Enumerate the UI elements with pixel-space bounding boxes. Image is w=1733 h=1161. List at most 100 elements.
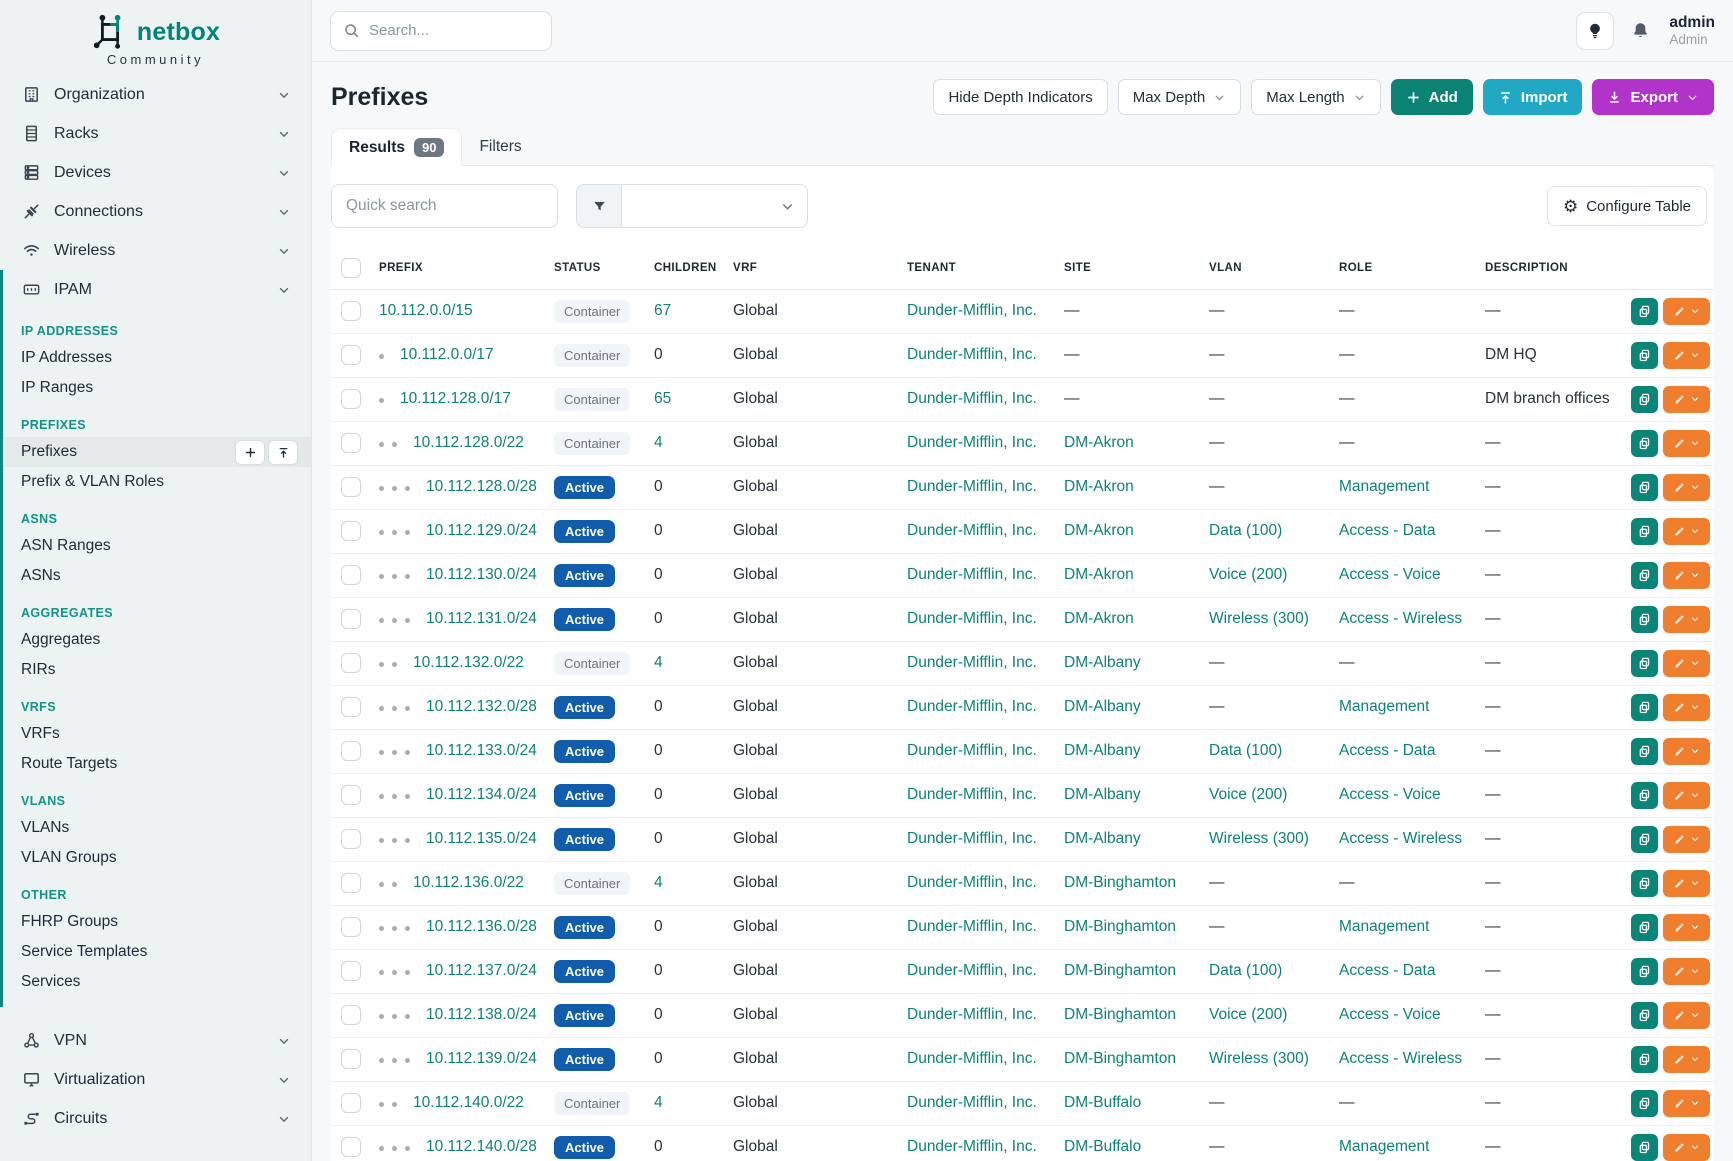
site-link[interactable]: DM-Albany [1064, 830, 1141, 847]
row-checkbox[interactable] [341, 961, 361, 981]
tenant-link[interactable]: Dunder-Mifflin, Inc. [907, 478, 1037, 495]
prefix-link[interactable]: 10.112.136.0/28 [426, 918, 537, 935]
row-checkbox[interactable] [341, 1049, 361, 1069]
clone-button[interactable] [1631, 1002, 1658, 1029]
edit-button[interactable] [1663, 782, 1710, 809]
clone-button[interactable] [1631, 1046, 1658, 1073]
search-input[interactable] [330, 11, 552, 51]
tenant-link[interactable]: Dunder-Mifflin, Inc. [907, 654, 1037, 671]
sidebar-item-devices[interactable]: Devices [0, 153, 311, 192]
tenant-link[interactable]: Dunder-Mifflin, Inc. [907, 302, 1037, 319]
clone-button[interactable] [1631, 606, 1658, 633]
prefix-link[interactable]: 10.112.135.0/24 [426, 830, 537, 847]
clone-button[interactable] [1631, 430, 1658, 457]
sidebar-item-services[interactable]: Services [3, 967, 311, 997]
site-link[interactable]: DM-Buffalo [1064, 1138, 1141, 1155]
tenant-link[interactable]: Dunder-Mifflin, Inc. [907, 1050, 1037, 1067]
sidebar-item-racks[interactable]: Racks [0, 114, 311, 153]
prefix-link[interactable]: 10.112.140.0/28 [426, 1138, 537, 1155]
children-count-link[interactable]: 4 [654, 874, 663, 891]
import-button[interactable]: Import [1483, 79, 1583, 115]
role-link[interactable]: Access - Data [1339, 522, 1435, 539]
site-link[interactable]: DM-Akron [1064, 434, 1134, 451]
site-link[interactable]: DM-Albany [1064, 742, 1141, 759]
hide-depth-indicators-button[interactable]: Hide Depth Indicators [933, 79, 1107, 115]
edit-button[interactable] [1663, 1090, 1710, 1117]
prefix-link[interactable]: 10.112.128.0/22 [413, 434, 524, 451]
row-checkbox[interactable] [341, 565, 361, 585]
tenant-link[interactable]: Dunder-Mifflin, Inc. [907, 434, 1037, 451]
sidebar-item-fhrp-groups[interactable]: FHRP Groups [3, 907, 311, 937]
role-link[interactable]: Access - Wireless [1339, 610, 1462, 627]
tenant-link[interactable]: Dunder-Mifflin, Inc. [907, 566, 1037, 583]
role-link[interactable]: Access - Wireless [1339, 830, 1462, 847]
sidebar-item-rirs[interactable]: RIRs [3, 655, 311, 685]
configure-table-button[interactable]: ⚙ Configure Table [1547, 186, 1707, 226]
sidebar-item-asn-ranges[interactable]: ASN Ranges [3, 531, 311, 561]
tenant-link[interactable]: Dunder-Mifflin, Inc. [907, 390, 1037, 407]
edit-button[interactable] [1663, 518, 1710, 545]
prefix-link[interactable]: 10.112.136.0/22 [413, 874, 524, 891]
prefix-link[interactable]: 10.112.0.0/17 [400, 346, 494, 363]
tenant-link[interactable]: Dunder-Mifflin, Inc. [907, 610, 1037, 627]
edit-button[interactable] [1663, 430, 1710, 457]
role-link[interactable]: Access - Wireless [1339, 1050, 1462, 1067]
row-checkbox[interactable] [341, 301, 361, 321]
sidebar-item-service-templates[interactable]: Service Templates [3, 937, 311, 967]
role-link[interactable]: Access - Voice [1339, 1006, 1441, 1023]
edit-button[interactable] [1663, 694, 1710, 721]
sidebar-item-vlan-groups[interactable]: VLAN Groups [3, 843, 311, 873]
clone-button[interactable] [1631, 1134, 1658, 1161]
vlan-link[interactable]: Data (100) [1209, 522, 1282, 539]
prefix-link[interactable]: 10.112.139.0/24 [426, 1050, 537, 1067]
edit-button[interactable] [1663, 1002, 1710, 1029]
prefix-link[interactable]: 10.112.134.0/24 [426, 786, 537, 803]
vlan-link[interactable]: Wireless (300) [1209, 610, 1309, 627]
sidebar-item-vpn[interactable]: VPN [0, 1021, 311, 1060]
row-checkbox[interactable] [341, 521, 361, 541]
vlan-link[interactable]: Voice (200) [1209, 786, 1287, 803]
prefix-link[interactable]: 10.112.132.0/28 [426, 698, 537, 715]
saved-filter-select[interactable] [622, 184, 808, 228]
tenant-link[interactable]: Dunder-Mifflin, Inc. [907, 346, 1037, 363]
tenant-link[interactable]: Dunder-Mifflin, Inc. [907, 1006, 1037, 1023]
children-count-link[interactable]: 67 [654, 302, 671, 319]
row-checkbox[interactable] [341, 829, 361, 849]
clone-button[interactable] [1631, 650, 1658, 677]
row-checkbox[interactable] [341, 389, 361, 409]
edit-button[interactable] [1663, 1134, 1710, 1161]
sidebar-item-prefixes[interactable]: Prefixes [3, 437, 311, 467]
site-link[interactable]: DM-Binghamton [1064, 918, 1176, 935]
children-count-link[interactable]: 4 [654, 434, 663, 451]
clone-button[interactable] [1631, 870, 1658, 897]
prefix-link[interactable]: 10.112.133.0/24 [426, 742, 537, 759]
sidebar-item-asns[interactable]: ASNs [3, 561, 311, 591]
row-checkbox[interactable] [341, 785, 361, 805]
clone-button[interactable] [1631, 474, 1658, 501]
site-link[interactable]: DM-Albany [1064, 786, 1141, 803]
prefix-link[interactable]: 10.112.130.0/24 [426, 566, 537, 583]
clone-button[interactable] [1631, 914, 1658, 941]
edit-button[interactable] [1663, 474, 1710, 501]
clone-button[interactable] [1631, 782, 1658, 809]
tenant-link[interactable]: Dunder-Mifflin, Inc. [907, 830, 1037, 847]
tenant-link[interactable]: Dunder-Mifflin, Inc. [907, 1138, 1037, 1155]
role-link[interactable]: Management [1339, 918, 1429, 935]
brand[interactable]: netbox Community [0, 0, 311, 67]
sidebar-item-organization[interactable]: Organization [0, 75, 311, 114]
clone-button[interactable] [1631, 518, 1658, 545]
row-checkbox[interactable] [341, 345, 361, 365]
site-link[interactable]: DM-Binghamton [1064, 962, 1176, 979]
quick-add-button[interactable] [235, 440, 265, 465]
clone-button[interactable] [1631, 342, 1658, 369]
row-checkbox[interactable] [341, 477, 361, 497]
clone-button[interactable] [1631, 1090, 1658, 1117]
clone-button[interactable] [1631, 958, 1658, 985]
row-checkbox[interactable] [341, 1093, 361, 1113]
role-link[interactable]: Management [1339, 698, 1429, 715]
site-link[interactable]: DM-Akron [1064, 522, 1134, 539]
sidebar-item-ip-addresses[interactable]: IP Addresses [3, 343, 311, 373]
edit-button[interactable] [1663, 870, 1710, 897]
clone-button[interactable] [1631, 562, 1658, 589]
edit-button[interactable] [1663, 606, 1710, 633]
